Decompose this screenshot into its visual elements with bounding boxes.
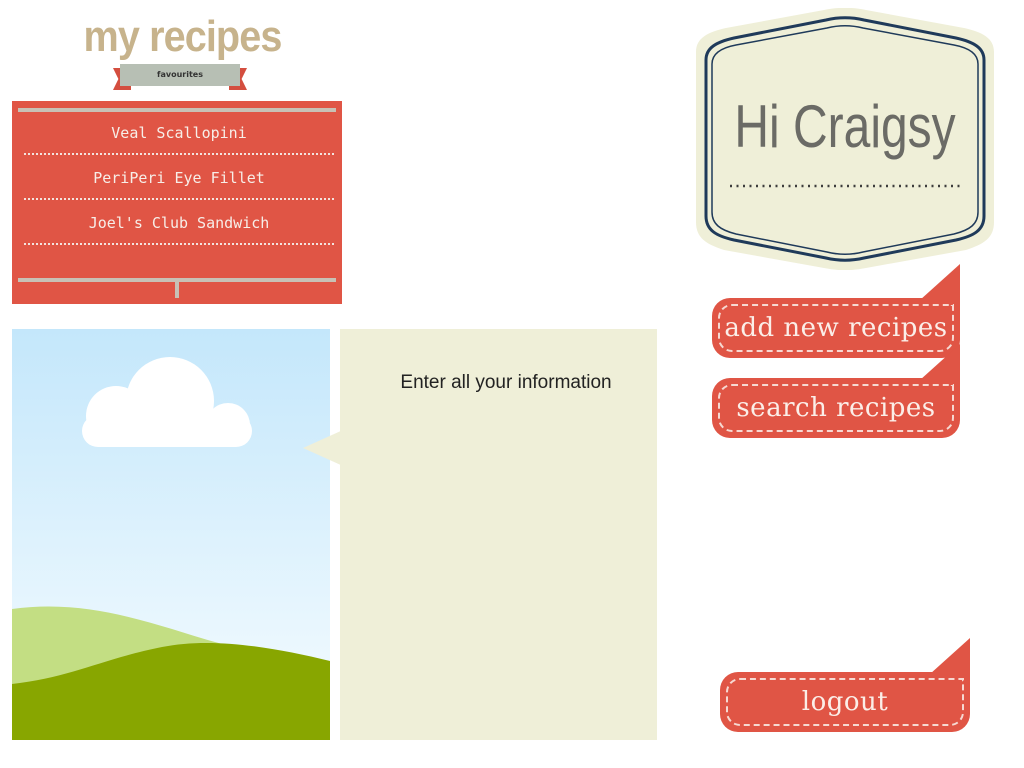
add-new-recipes-label: add new recipes — [724, 313, 948, 343]
favourites-panel: Veal Scallopini PeriPeri Eye Fillet Joel… — [12, 101, 342, 304]
favourites-label: favourites — [120, 64, 240, 86]
page-title: my recipes — [83, 12, 283, 61]
info-prompt: Enter all your information — [400, 372, 612, 393]
logout-button[interactable]: logout — [720, 638, 970, 732]
bubble-tab — [930, 638, 970, 674]
panel-rule-stub — [175, 282, 179, 298]
add-new-recipes-button[interactable]: add new recipes — [712, 264, 960, 358]
panel-top-rule — [18, 108, 336, 112]
greeting-text: Hi Craigsy — [734, 93, 956, 160]
favourite-item-veal-scallopini[interactable]: Veal Scallopini — [24, 113, 334, 155]
search-recipes-label: search recipes — [736, 393, 936, 423]
landscape-illustration — [12, 329, 330, 740]
logout-label: logout — [801, 687, 889, 717]
favourite-item-periperi-eye-fillet[interactable]: PeriPeri Eye Fillet — [24, 158, 334, 200]
search-recipes-button[interactable]: search recipes — [712, 344, 960, 438]
favourites-ribbon: favourites — [113, 64, 247, 90]
favourite-item-joels-club-sandwich[interactable]: Joel's Club Sandwich — [24, 203, 334, 245]
